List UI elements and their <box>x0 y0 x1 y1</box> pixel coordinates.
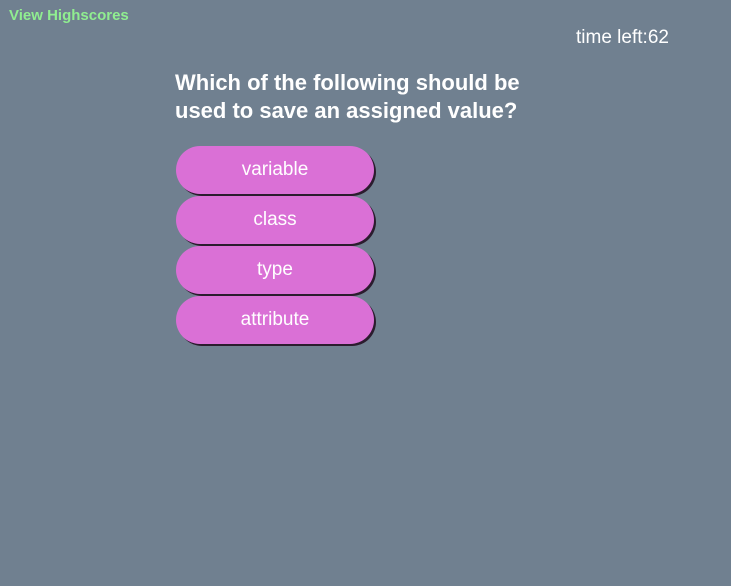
choice-button-attribute[interactable]: attribute <box>176 296 374 344</box>
timer-value: 62 <box>647 27 669 48</box>
answer-choices: variable class type attribute <box>176 146 376 346</box>
question-text: Which of the following should be used to… <box>175 70 520 123</box>
choice-button-type[interactable]: type <box>176 246 374 294</box>
view-highscores-link[interactable]: View Highscores <box>9 7 129 25</box>
choice-button-variable[interactable]: variable <box>176 146 374 194</box>
time-left-display: time left:62 <box>576 27 669 49</box>
timer-label: time left: <box>576 27 648 48</box>
choice-button-class[interactable]: class <box>176 196 374 244</box>
